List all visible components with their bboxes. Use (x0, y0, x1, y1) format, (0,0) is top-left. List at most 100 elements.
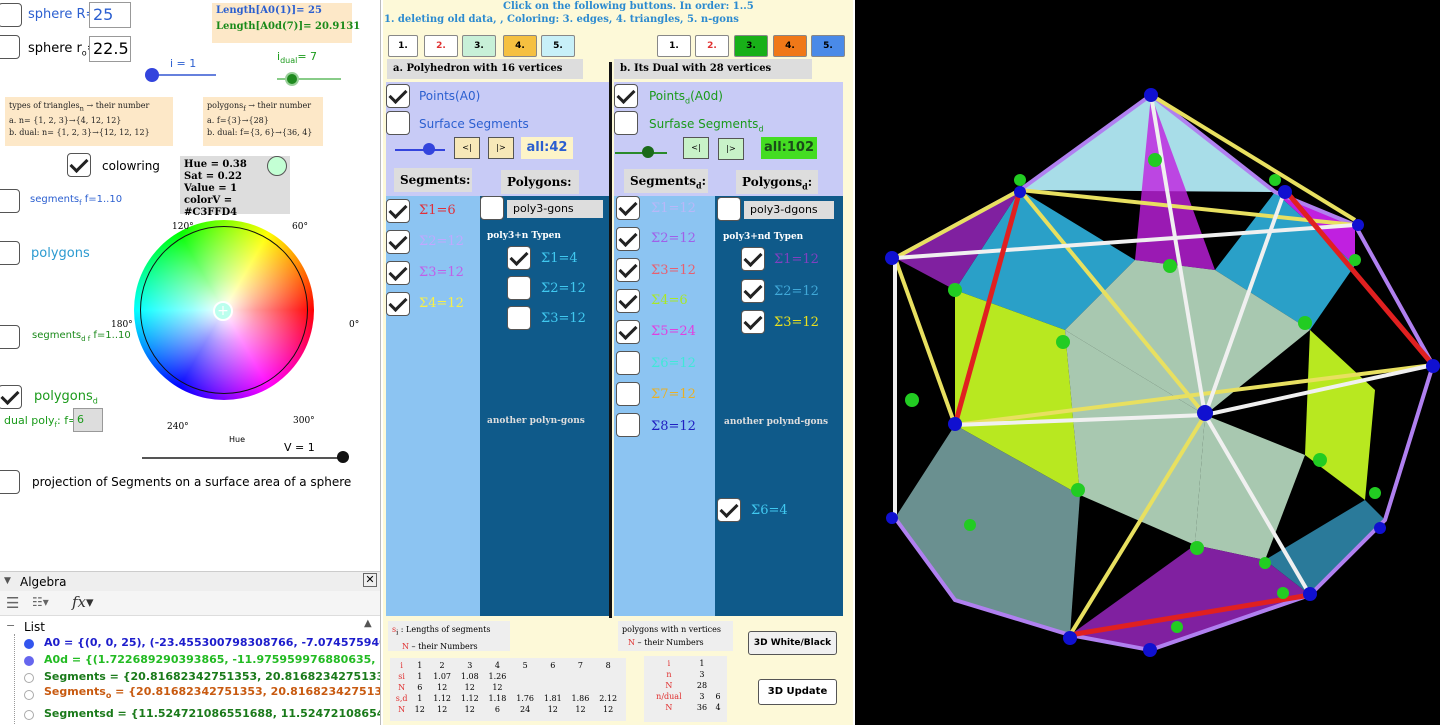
step-button-4-b[interactable]: 4. (773, 35, 807, 57)
vertex-bottom-right (1303, 587, 1317, 601)
segment-slider-a-track[interactable] (395, 149, 445, 151)
face-right (1305, 330, 1375, 500)
a0d-visibility-dot[interactable] (24, 656, 34, 666)
typen-b-1-checkbox[interactable] (741, 247, 765, 271)
sigma-b-3-checkbox[interactable] (616, 258, 640, 282)
menu-icon[interactable]: ☰ (6, 594, 19, 612)
algebra-row-segments-o[interactable]: Segmentso = {20.81682342751353, 20.81682… (44, 685, 380, 700)
segments-visibility-dot[interactable] (24, 673, 34, 683)
list-collapse-icon[interactable]: − (6, 619, 15, 632)
projection-checkbox[interactable] (0, 470, 20, 494)
colowring-checkbox[interactable] (67, 153, 91, 177)
vertex-far-right (1426, 359, 1440, 373)
sphere-r0-checkbox[interactable] (0, 35, 20, 59)
idual-slider-knob[interactable] (285, 72, 299, 86)
step-button-3-b[interactable]: 3. (734, 35, 768, 57)
algebra-row-segments[interactable]: Segments = {20.81682342751353, 20.816823… (44, 670, 380, 683)
sigma-b-2-checkbox[interactable] (616, 227, 640, 251)
step-button-4-a[interactable]: 4. (503, 35, 537, 57)
dual-vertex-14 (1259, 557, 1271, 569)
typen-b-3-checkbox[interactable] (741, 310, 765, 334)
close-icon[interactable]: ✕ (363, 573, 377, 587)
polygons-checkbox[interactable] (0, 241, 20, 265)
step-button-1-a[interactable]: 1. (388, 35, 418, 57)
table-a-cell (511, 671, 539, 682)
triangles-box-line2: a. n= {1, 2, 3}→{4, 12, 12} (9, 115, 122, 125)
typen-a-1-checkbox[interactable] (507, 246, 531, 270)
sigma-a-1-checkbox[interactable] (386, 199, 410, 223)
step-button-3-a[interactable]: 3. (462, 35, 496, 57)
sigma-b-4-checkbox[interactable] (616, 289, 640, 313)
sort-icon[interactable]: ☷▾ (32, 595, 49, 609)
dual-poly-input[interactable]: 6 (73, 408, 103, 432)
function-icon[interactable]: fx▾ (72, 593, 94, 611)
algebra-row-segmentsd[interactable]: Segmentsd = {11.524721086551688, 11.5247… (44, 707, 380, 720)
typen-a-2-checkbox[interactable] (507, 276, 531, 300)
scroll-up-icon[interactable]: ▲ (364, 618, 372, 629)
segments-df-checkbox[interactable] (0, 325, 20, 349)
table-a-cell: 6 (550, 661, 556, 670)
poly3-gons-checkbox[interactable] (480, 196, 504, 220)
v-slider-knob[interactable] (337, 451, 349, 463)
step-button-5-a[interactable]: 5. (541, 35, 575, 57)
step-button-2-b[interactable]: 2. (695, 35, 729, 57)
sigma-b-6-checkbox[interactable] (616, 351, 640, 375)
next-button-b[interactable]: |> (718, 138, 744, 160)
typen-a-3-checkbox[interactable] (507, 306, 531, 330)
sigma-a-3-checkbox[interactable] (386, 261, 410, 285)
algebra-row-a0d[interactable]: A0d = {(1.722689290393865, -11.975959976… (44, 653, 380, 666)
polygons-d-checkbox[interactable] (0, 385, 22, 409)
surface-segments-checkbox[interactable] (386, 111, 410, 135)
3d-white-black-button[interactable]: 3D White/Black (748, 631, 837, 655)
points-a0-label: Points(A0) (419, 89, 481, 103)
idual-label: idual= 7 (277, 50, 318, 66)
vertex-mid-left (948, 417, 962, 431)
section-divider (609, 62, 612, 618)
segment-slider-b-track[interactable] (615, 152, 667, 154)
points-d-checkbox[interactable] (614, 84, 638, 108)
sigma-a-2-checkbox[interactable] (386, 230, 410, 254)
table-a-cell: 1 (417, 672, 423, 681)
prev-button-b[interactable]: <| (683, 137, 709, 159)
sigma-a-4-checkbox[interactable] (386, 292, 410, 316)
sphere-r0-input[interactable]: 22.5 (89, 36, 131, 62)
segments-o-visibility-dot[interactable] (24, 690, 34, 700)
segments-f-checkbox[interactable] (0, 189, 20, 213)
sphere-r-checkbox[interactable] (0, 3, 22, 27)
sigma6-checkbox[interactable] (717, 498, 741, 522)
surfase-segments-d-checkbox[interactable] (614, 111, 638, 135)
collapse-icon[interactable]: ▼ (4, 576, 11, 586)
v-slider-track[interactable] (142, 457, 344, 459)
legend-b-line2: N – their Numbers (628, 638, 704, 647)
color-wheel[interactable]: + (134, 220, 314, 400)
sigma-b-8-checkbox[interactable] (616, 413, 640, 437)
table-a-cell: s,d (395, 694, 408, 703)
segment-slider-a-knob[interactable] (423, 143, 435, 155)
sigma-b-1-checkbox[interactable] (616, 196, 640, 220)
step-button-5-b[interactable]: 5. (811, 35, 845, 57)
sphere-r-input[interactable]: 25 (89, 2, 131, 28)
typen-b-2-checkbox[interactable] (741, 279, 765, 303)
points-a0-checkbox[interactable] (386, 84, 410, 108)
next-button-a[interactable]: |> (488, 137, 514, 159)
sigma-b-5-checkbox[interactable] (616, 320, 640, 344)
typen-a-3-label: Σ3=12 (541, 311, 586, 326)
segmentsd-visibility-dot[interactable] (24, 710, 34, 720)
algebra-row-a0[interactable]: A0 = {(0, 0, 25), (-23.455300798308766, … (44, 636, 380, 649)
segment-slider-b-knob[interactable] (642, 146, 654, 158)
sigma6-label: Σ6=4 (751, 503, 788, 518)
vertex-right (1352, 219, 1364, 231)
color-wheel-picker[interactable]: + (213, 301, 233, 321)
step-button-2-a[interactable]: 2. (424, 35, 458, 57)
dual-vertex-9 (905, 393, 919, 407)
table-a-cell: 1.18 (488, 694, 507, 703)
table-b-row: i1 (646, 658, 724, 669)
3d-view[interactable] (855, 0, 1440, 725)
i-slider-knob[interactable] (145, 68, 159, 82)
step-button-1-b[interactable]: 1. (657, 35, 691, 57)
prev-button-a[interactable]: <| (454, 137, 480, 159)
3d-update-button[interactable]: 3D Update (758, 679, 837, 705)
a0-visibility-dot[interactable] (24, 639, 34, 649)
sigma-b-7-checkbox[interactable] (616, 382, 640, 406)
poly3-dgons-checkbox[interactable] (717, 197, 741, 221)
